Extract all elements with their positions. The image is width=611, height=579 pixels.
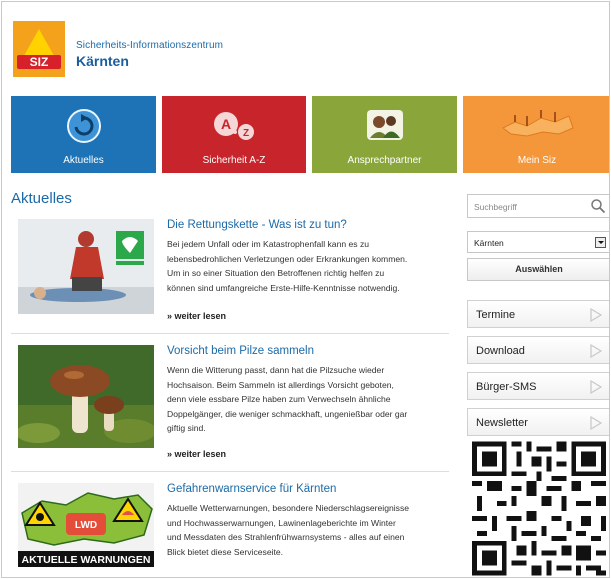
tile-label: Mein Siz: [517, 155, 557, 166]
divider: [11, 471, 449, 472]
page-frame: SIZ Sicherheits-Informationszentrum Kärn…: [1, 1, 610, 578]
article-line: Bei jedem Unfall oder im Katastrophenfal…: [167, 239, 370, 249]
tile-label: Ansprechpartner: [347, 155, 422, 166]
article-title[interactable]: Gefahrenwarnservice für Kärnten: [167, 483, 336, 495]
search-icon[interactable]: [590, 198, 606, 219]
tile-aktuelles[interactable]: Aktuelles: [11, 96, 156, 173]
people-icon: [366, 110, 403, 140]
sidebar-link-download[interactable]: Download: [467, 336, 609, 364]
tile-mein-siz[interactable]: Mein Siz: [463, 96, 609, 173]
select-region-button[interactable]: Auswählen: [467, 258, 609, 281]
region-select-value: Kärnten: [474, 238, 504, 248]
article-line: lebensbedrohlichen Verletzungen oder Erk…: [167, 253, 408, 264]
divider: [11, 333, 449, 334]
play-arrow-icon: [590, 343, 603, 359]
svg-text:Z: Z: [243, 128, 249, 139]
brand-subtitle: Sicherheits-Informationszentrum: [76, 40, 224, 51]
article-line: denn viele essbare Pilze haben zum Verwe…: [167, 394, 391, 405]
sidebar-link-buerger-sms[interactable]: Bürger-SMS: [467, 372, 609, 400]
search-input[interactable]: Suchbegriff: [467, 194, 609, 219]
play-arrow-icon: [590, 379, 603, 395]
tile-label: Sicherheit A-Z: [202, 155, 266, 166]
play-arrow-icon: [590, 307, 603, 323]
read-more-link[interactable]: » weiter lesen: [167, 449, 226, 459]
article-line: und Messdaten des Strahlenfrühwarnsystem…: [167, 532, 405, 543]
article-line: Um in so einer Situation den Betroffenen…: [167, 268, 385, 279]
first-aid-image: [18, 219, 154, 314]
play-arrow-icon: [590, 415, 603, 431]
region-select[interactable]: Kärnten: [467, 231, 609, 253]
sidebar-link-label: Download: [476, 345, 525, 357]
sidebar-link-label: Termine: [476, 309, 516, 321]
mushroom-image: [18, 345, 154, 448]
refresh-arrow-icon: [66, 109, 101, 143]
article-line: Doppelgänger, die weniger schmackhaft, u…: [167, 408, 408, 419]
article-line: können sind umfangreiche Erste-Hilfe-Ken…: [167, 282, 400, 293]
tile-ansprechpartner[interactable]: Ansprechpartner: [312, 96, 457, 173]
brand-title: Kärnten: [76, 53, 129, 69]
article-text: Bei jedem Unfall oder im Katastrophenfal…: [167, 237, 457, 295]
read-more-link[interactable]: » weiter lesen: [167, 311, 226, 321]
qr-code[interactable]: [467, 436, 609, 577]
chevron-down-icon[interactable]: [595, 237, 606, 248]
article-gefahrenwarnservice: LWD AKTUELLE WARNUNGEN Gefahrenwarnservi…: [11, 483, 449, 573]
article-text: Aktuelle Wetterwarnungen, besondere Nied…: [167, 501, 457, 559]
article-title[interactable]: Vorsicht beim Pilze sammeln: [167, 345, 314, 357]
tile-label: Aktuelles: [63, 155, 104, 166]
article-text: Wenn die Witterung passt, dann hat die P…: [167, 363, 457, 436]
sidebar-link-label: Newsletter: [476, 417, 528, 429]
svg-text:A: A: [221, 116, 231, 132]
sidebar-link-newsletter[interactable]: Newsletter: [467, 408, 609, 436]
warning-map-image: LWD AKTUELLE WARNUNGEN: [18, 483, 154, 567]
section-title: Aktuelles: [11, 190, 72, 207]
article-title[interactable]: Die Rettungskette - Was ist zu tun?: [167, 219, 347, 231]
article-pilze: Vorsicht beim Pilze sammeln Wenn die Wit…: [11, 345, 449, 465]
sidebar-link-label: Bürger-SMS: [476, 381, 537, 393]
article-line: Aktuelle Wetterwarnungen, besondere Nied…: [167, 503, 410, 513]
article-line: giftig sind.: [167, 423, 206, 434]
article-line: Blick bietet diese Serviceseite.: [167, 546, 284, 557]
tile-sicherheit-a-z[interactable]: A Z Sicherheit A-Z: [162, 96, 306, 173]
siz-logo[interactable]: SIZ: [13, 21, 65, 77]
map-icon: [502, 110, 574, 137]
search-placeholder: Suchbegriff: [474, 202, 517, 212]
article-line: und Hochwasserwarnungen, Lawinenlageberi…: [167, 517, 396, 528]
sidebar-link-termine[interactable]: Termine: [467, 300, 609, 328]
a-to-z-icon: A Z: [214, 112, 254, 140]
article-line: Hochsaison. Beim Sammeln ist allerdings …: [167, 379, 394, 390]
svg-text:AKTUELLE WARNUNGEN: AKTUELLE WARNUNGEN: [22, 554, 151, 566]
main-nav-tiles: Aktuelles A Z Sicherheit A-Z Ansprechpar…: [11, 96, 609, 173]
article-rettungskette: Die Rettungskette - Was ist zu tun? Bei …: [11, 219, 449, 329]
article-line: Wenn die Witterung passt, dann hat die P…: [167, 365, 385, 375]
svg-text:LWD: LWD: [75, 520, 97, 531]
svg-text:SIZ: SIZ: [30, 55, 49, 69]
